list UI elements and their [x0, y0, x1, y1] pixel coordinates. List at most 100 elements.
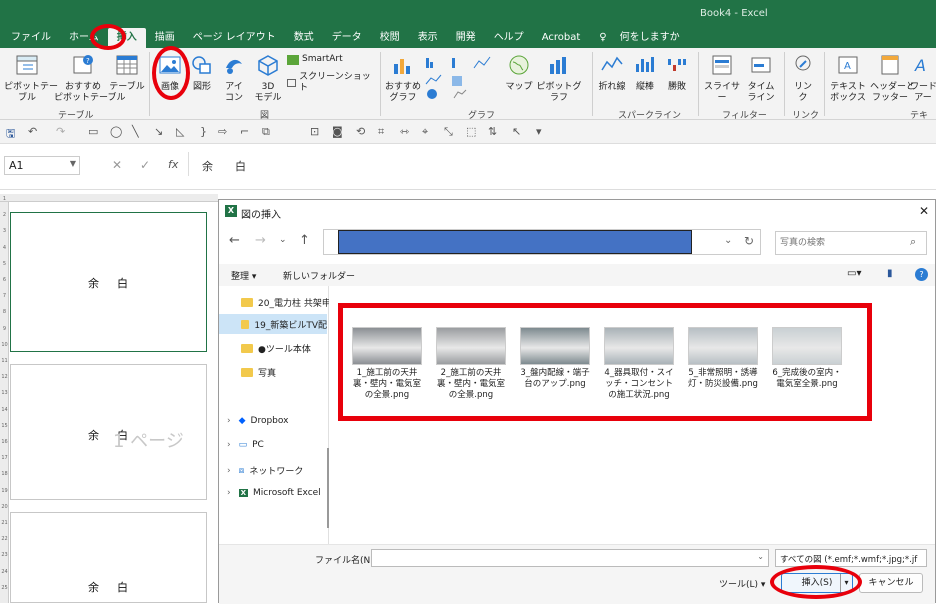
tell-me-search[interactable]: 何をしますか [611, 28, 689, 48]
row-number[interactable]: 4 [0, 245, 9, 251]
row-number[interactable]: 6 [0, 277, 9, 283]
row-number[interactable]: 9 [0, 326, 9, 332]
row-number[interactable]: 17 [0, 455, 9, 461]
confirm-entry-icon[interactable]: ✓ [140, 158, 150, 172]
resize-icon[interactable]: ⤡ [444, 125, 453, 139]
text-direction-icon[interactable]: ⇅ [488, 125, 497, 138]
row-number[interactable]: 20 [0, 504, 9, 510]
row-number[interactable]: 22 [0, 536, 9, 542]
view-options-icon[interactable]: ▭▾ [847, 268, 861, 279]
row-number[interactable]: 25 [0, 585, 9, 591]
formula-input[interactable]: 余 白 [202, 158, 246, 174]
tab-7[interactable]: 校閲 [371, 28, 409, 48]
row-number[interactable]: 1 [0, 196, 9, 202]
wordart-button[interactable]: A ワード アー [910, 54, 936, 104]
tree-item[interactable]: ●ツール本体 [241, 342, 311, 355]
row-number[interactable]: 19 [0, 488, 9, 494]
triangle-shape-icon[interactable]: ◺ [176, 125, 184, 138]
flip-icon[interactable]: ⇿ [400, 125, 409, 138]
tree-item[interactable]: 19_新築ビルTV配 [219, 314, 327, 334]
row-number[interactable]: 5 [0, 261, 9, 267]
print-page-2[interactable]: 余白 1 ページ [10, 364, 207, 500]
timeline-button[interactable]: タイム ライン [744, 54, 778, 104]
row-number[interactable]: 3 [0, 228, 9, 234]
forward-icon[interactable]: → [255, 233, 266, 248]
recent-locations-icon[interactable]: ⌄ [279, 235, 287, 245]
recommended-charts-button[interactable]: おすすめ グラフ [384, 54, 422, 104]
screenshot-button[interactable]: スクリーンショット [287, 72, 371, 94]
row-number[interactable]: 13 [0, 390, 9, 396]
customize-qat-icon[interactable]: ▾ [536, 125, 542, 138]
pointer-icon[interactable]: ↖ [512, 125, 521, 138]
row-number[interactable]: 23 [0, 552, 9, 558]
icons-button[interactable]: アイ コン [220, 54, 248, 104]
back-icon[interactable]: ← [229, 233, 240, 248]
worksheet[interactable]: 余白 余白 1 ページ 余白 [0, 194, 218, 603]
filetype-select[interactable]: すべての図 (*.emf;*.wmf;*.jpg;*.jf [775, 549, 927, 567]
row-number[interactable]: 11 [0, 358, 9, 364]
chevron-down-icon[interactable]: ⌄ [724, 235, 732, 246]
camera-icon[interactable]: ◙ [332, 125, 343, 138]
pivot-table-button[interactable]: ピボットテー ブル [4, 54, 58, 104]
insert-function-icon[interactable]: fx [168, 158, 178, 171]
chevron-right-icon[interactable]: › [227, 488, 231, 498]
oval-shape-icon[interactable]: ◯ [110, 125, 122, 138]
tab-3[interactable]: 描画 [146, 28, 184, 48]
link-button[interactable]: リン ク [788, 54, 818, 104]
tree-item[interactable]: 20_電力柱 共架申 [241, 296, 331, 309]
crosshair-icon[interactable]: ⌖ [422, 125, 428, 139]
header-footer-button[interactable]: ヘッダーと フッター [870, 54, 915, 104]
shapes-button[interactable]: 図形 [188, 54, 216, 93]
search-box[interactable]: ⌕ [775, 231, 927, 255]
tree-item[interactable]: 写真 [241, 366, 276, 379]
row-number[interactable]: 12 [0, 374, 9, 380]
help-icon[interactable]: ? [915, 268, 928, 281]
brace-shape-icon[interactable]: } [200, 125, 207, 138]
line-shape-icon[interactable]: ╲ [132, 125, 139, 138]
tab-11[interactable]: Acrobat [533, 28, 590, 48]
print-page-1[interactable]: 余白 [10, 212, 207, 352]
group-icon[interactable]: ⧉ [262, 125, 270, 139]
tree-item[interactable]: › ⧈ ネットワーク [227, 464, 303, 478]
tab-8[interactable]: 表示 [409, 28, 447, 48]
cancel-button[interactable]: キャンセル [859, 573, 923, 593]
preview-pane-icon[interactable]: ▮ [887, 268, 893, 279]
organize-button[interactable]: 整理 ▾ [231, 269, 256, 282]
sparkline-column-button[interactable]: 縦棒 [630, 54, 660, 93]
tree-item[interactable]: › ▭ PC [227, 440, 264, 450]
pivot-chart-button[interactable]: ピボットグラフ [534, 54, 584, 104]
print-page-3[interactable]: 余白 [10, 512, 207, 603]
name-box[interactable]: A1 ▼ [4, 156, 80, 175]
connector-icon[interactable]: ⌐ [240, 125, 249, 138]
row-number[interactable]: 16 [0, 439, 9, 445]
row-number[interactable]: 10 [0, 342, 9, 348]
row-number[interactable]: 21 [0, 520, 9, 526]
redo-icon[interactable]: ↷ [56, 125, 65, 138]
slicer-button[interactable]: スライサー [702, 54, 742, 104]
new-folder-button[interactable]: 新しいフォルダー [283, 269, 355, 282]
rotate-icon[interactable]: ⟲ [356, 125, 365, 138]
tree-item[interactable]: › X Microsoft Excel [227, 488, 321, 498]
tab-5[interactable]: 数式 [285, 28, 323, 48]
3d-models-button[interactable]: 3D モデル [251, 54, 285, 104]
crop-icon[interactable]: ⌗ [378, 125, 384, 139]
tools-button[interactable]: ツール(L) ▾ [719, 577, 765, 590]
cancel-entry-icon[interactable]: ✕ [112, 158, 122, 172]
sparkline-winloss-button[interactable]: 勝敗 [662, 54, 692, 93]
smartart-button[interactable]: SmartArt [287, 54, 357, 65]
address-bar[interactable]: ⌄ ↻ [323, 229, 761, 255]
table-button[interactable]: テーブル [108, 54, 146, 93]
row-number[interactable]: 2 [0, 212, 9, 218]
chart-type-grid[interactable] [424, 54, 502, 100]
row-number[interactable]: 7 [0, 293, 9, 299]
right-arrow-shape-icon[interactable]: ⇨ [218, 125, 227, 138]
tab-10[interactable]: ヘルプ [485, 28, 533, 48]
arrow-line-icon[interactable]: ↘ [154, 125, 163, 138]
up-icon[interactable]: ↑ [299, 233, 310, 248]
chevron-right-icon[interactable]: › [227, 416, 231, 426]
select-objects-icon[interactable]: ⬚ [466, 125, 476, 138]
filename-input[interactable]: ⌄ [371, 549, 769, 567]
tab-6[interactable]: データ [323, 28, 371, 48]
row-number[interactable]: 8 [0, 309, 9, 315]
align-icon[interactable]: ⊡ [310, 125, 319, 138]
